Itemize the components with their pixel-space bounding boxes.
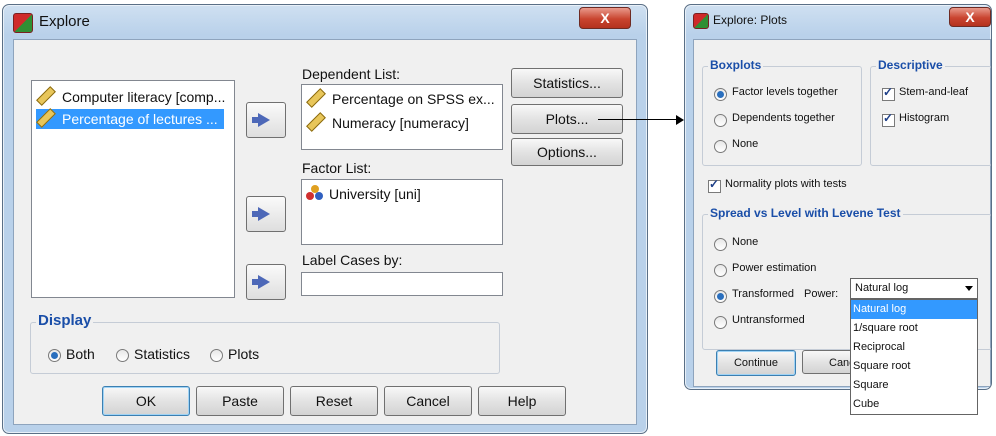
dependent-list-label: Dependent List: — [302, 66, 401, 82]
plots-title: Explore: Plots — [713, 13, 788, 27]
dependent-item-spss-exam[interactable]: Percentage on SPSS ex... — [306, 88, 495, 109]
scale-variable-icon — [36, 86, 56, 107]
power-option[interactable]: Cube — [851, 395, 977, 414]
untransformed-label[interactable]: Untransformed — [732, 314, 805, 326]
untransformed-radio[interactable] — [714, 316, 727, 329]
dependent-item-label: Numeracy [numeracy] — [332, 115, 469, 131]
factor-list[interactable]: University [uni] — [301, 179, 503, 245]
display-both-label[interactable]: Both — [66, 346, 95, 362]
normality-plots-checkbox[interactable] — [708, 177, 721, 193]
factor-item-university[interactable]: University [uni] — [306, 184, 421, 204]
explore-client-area: Computer literacy [comp... Percentage of… — [13, 39, 637, 425]
chevron-down-icon[interactable] — [965, 286, 973, 291]
power-select-value: Natural log — [855, 282, 909, 294]
factor-list-label: Factor List: — [302, 160, 372, 176]
scale-variable-icon — [36, 108, 56, 129]
scale-variable-icon — [306, 112, 326, 133]
plots-titlebar[interactable]: Explore: Plots X — [685, 5, 991, 37]
factor-levels-together-radio[interactable] — [714, 88, 727, 101]
statistics-button[interactable]: Statistics... — [511, 68, 623, 98]
power-estimation-label[interactable]: Power estimation — [732, 262, 816, 274]
power-select[interactable]: Natural log — [850, 278, 978, 299]
dependent-list[interactable]: Percentage on SPSS ex... Numeracy [numer… — [301, 84, 503, 150]
transformed-radio[interactable] — [714, 290, 727, 303]
dependents-together-label[interactable]: Dependents together — [732, 112, 835, 124]
display-statistics-label[interactable]: Statistics — [134, 346, 190, 362]
explore-title: Explore — [39, 13, 90, 30]
source-variable-list[interactable]: Computer literacy [comp... Percentage of… — [31, 80, 235, 298]
continue-button[interactable]: Continue — [716, 350, 796, 376]
right-arrow-icon — [252, 275, 270, 289]
spread-none-radio[interactable] — [714, 238, 727, 251]
display-both-radio[interactable] — [48, 349, 61, 362]
connector-line — [598, 119, 676, 120]
display-group — [30, 322, 500, 374]
spss-app-icon — [13, 13, 33, 33]
explore-close-button[interactable]: X — [579, 7, 631, 29]
paste-button[interactable]: Paste — [196, 386, 284, 416]
reset-button[interactable]: Reset — [290, 386, 378, 416]
power-option[interactable]: Reciprocal — [851, 338, 977, 357]
ok-button[interactable]: OK — [102, 386, 190, 416]
help-button[interactable]: Help — [478, 386, 566, 416]
power-option[interactable]: 1/square root — [851, 319, 977, 338]
boxplots-title: Boxplots — [708, 58, 764, 72]
power-estimation-radio[interactable] — [714, 264, 727, 277]
move-to-factor-button[interactable] — [246, 196, 286, 232]
factor-item-label: University [uni] — [329, 186, 421, 202]
cancel-button[interactable]: Cancel — [384, 386, 472, 416]
nominal-variable-icon — [306, 185, 324, 201]
normality-plots-label[interactable]: Normality plots with tests — [725, 178, 847, 190]
spss-app-icon — [693, 13, 709, 29]
power-option[interactable]: Square root — [851, 357, 977, 376]
display-plots-label[interactable]: Plots — [228, 346, 259, 362]
scale-variable-icon — [306, 88, 326, 109]
boxplots-none-radio[interactable] — [714, 140, 727, 153]
power-dropdown-list[interactable]: Natural log 1/square root Reciprocal Squ… — [850, 299, 978, 415]
options-button[interactable]: Options... — [511, 138, 623, 166]
move-to-dependent-button[interactable] — [246, 102, 286, 138]
power-option[interactable]: Square — [851, 376, 977, 395]
histogram-checkbox[interactable] — [882, 111, 895, 127]
dependents-together-radio[interactable] — [714, 114, 727, 127]
dependent-item-numeracy[interactable]: Numeracy [numeracy] — [306, 112, 469, 133]
descriptive-title: Descriptive — [876, 58, 945, 72]
connector-arrowhead-icon — [676, 115, 684, 125]
variable-label: Computer literacy [comp... — [62, 89, 226, 105]
power-option[interactable]: Natural log — [851, 300, 977, 319]
display-plots-radio[interactable] — [210, 349, 223, 362]
explore-titlebar[interactable]: Explore X — [3, 5, 647, 37]
plots-close-button[interactable]: X — [949, 7, 991, 27]
variable-label: Percentage of lectures ... — [62, 111, 218, 127]
dependent-item-label: Percentage on SPSS ex... — [332, 91, 495, 107]
display-group-title: Display — [36, 312, 94, 329]
move-to-label-cases-button[interactable] — [246, 264, 286, 300]
display-statistics-radio[interactable] — [116, 349, 129, 362]
right-arrow-icon — [252, 207, 270, 221]
spread-none-label[interactable]: None — [732, 236, 758, 248]
spread-vs-level-title: Spread vs Level with Levene Test — [708, 206, 903, 220]
variable-item-percentage-lectures[interactable]: Percentage of lectures ... — [36, 108, 224, 129]
power-label: Power: — [804, 288, 839, 300]
factor-levels-together-label[interactable]: Factor levels together — [732, 86, 838, 98]
stem-and-leaf-label[interactable]: Stem-and-leaf — [899, 86, 968, 98]
explore-dialog: Explore X Computer literacy [comp... Per… — [2, 4, 648, 434]
variable-item-computer-literacy[interactable]: Computer literacy [comp... — [36, 86, 226, 107]
stem-and-leaf-checkbox[interactable] — [882, 85, 895, 101]
label-cases-label: Label Cases by: — [302, 252, 403, 268]
transformed-label[interactable]: Transformed — [732, 288, 794, 300]
label-cases-field[interactable] — [301, 272, 503, 296]
right-arrow-icon — [252, 113, 270, 127]
histogram-label[interactable]: Histogram — [899, 112, 949, 124]
boxplots-none-label[interactable]: None — [732, 138, 758, 150]
